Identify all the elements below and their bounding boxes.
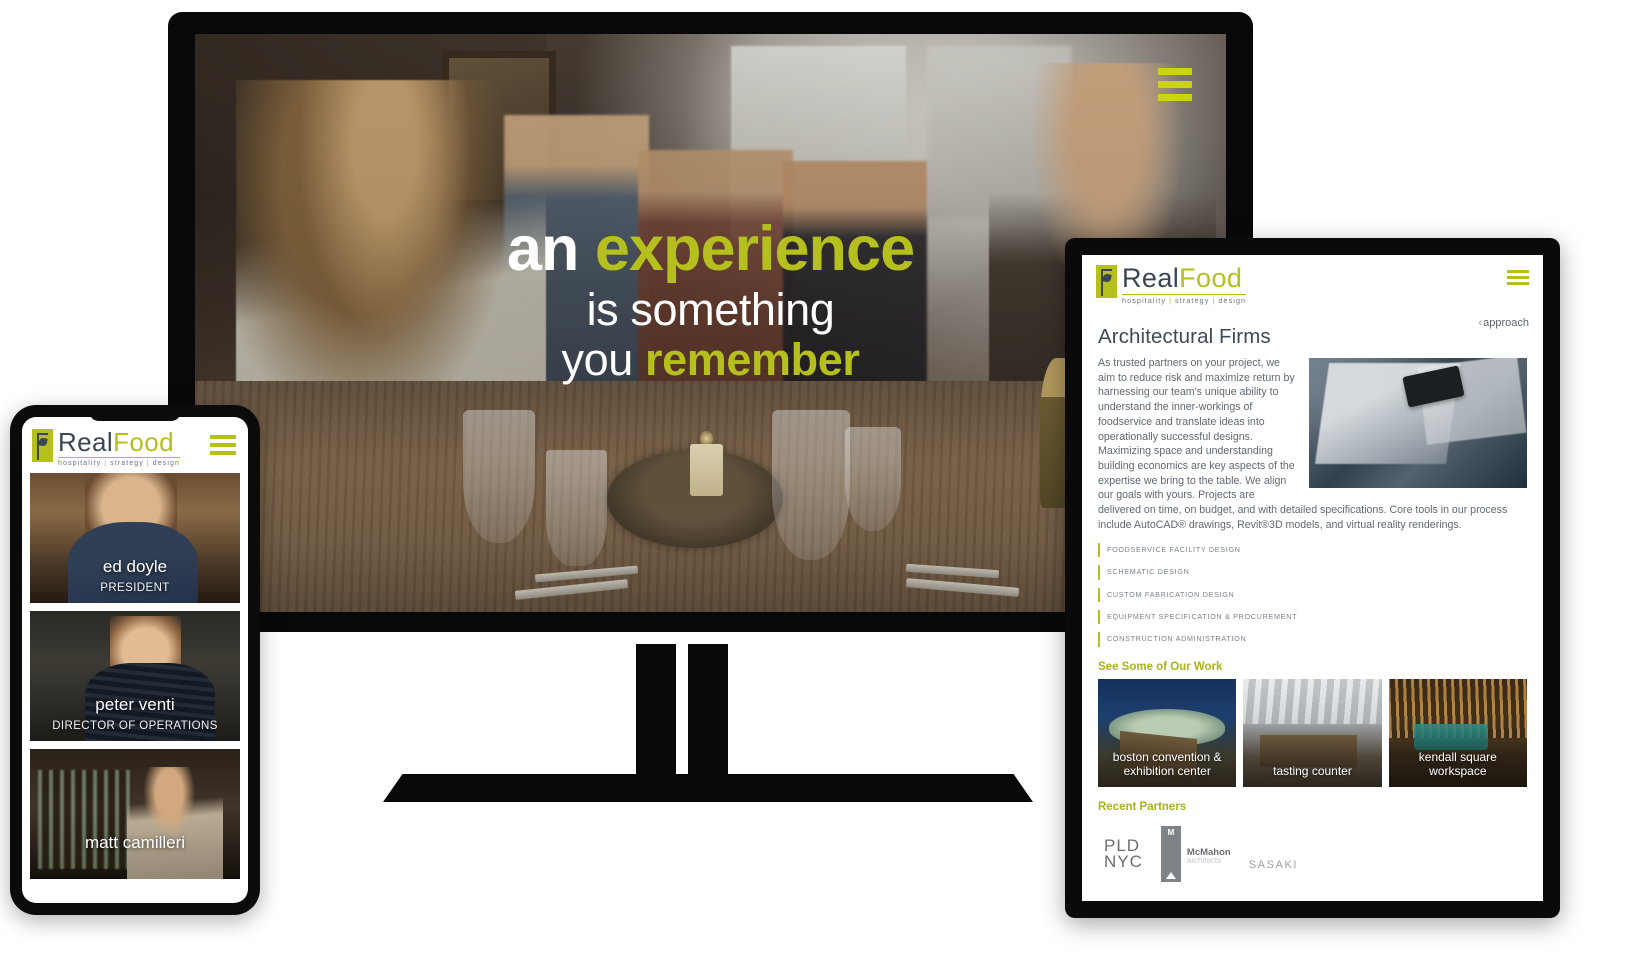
menu-bar bbox=[1158, 81, 1192, 88]
work-card-label: kendall square workspace bbox=[1418, 750, 1497, 779]
phone-mockup: RealFood hospitality | strategy | design ed … bbox=[10, 405, 260, 915]
mcmahon-text: McMahon architects bbox=[1187, 848, 1231, 866]
tagline-sep: | bbox=[104, 460, 108, 467]
back-to-approach-link[interactable]: ‹approach bbox=[1478, 317, 1529, 329]
logo-tagline: hospitality | strategy | design bbox=[58, 460, 180, 467]
mockup-stage: an experience is something you remember … bbox=[0, 0, 1650, 975]
logo-divider bbox=[58, 457, 181, 458]
team-member-role: DIRECTOR OF OPERATIONS bbox=[52, 720, 218, 732]
menu-bar bbox=[210, 443, 236, 447]
team-list: ed doyle PRESIDENT peter venti DIRECTOR … bbox=[22, 473, 248, 879]
menu-bar bbox=[1158, 94, 1192, 101]
tagline-hospitality: hospitality bbox=[58, 460, 102, 467]
tablet-header: RealFood hospitality | strategy | design ‹ap… bbox=[1082, 255, 1543, 329]
mcmahon-mark-letter: M bbox=[1167, 827, 1175, 837]
tablet-screen: RealFood hospitality | strategy | design ‹ap… bbox=[1082, 255, 1543, 901]
triangle-icon bbox=[1165, 871, 1176, 879]
service-item[interactable]: EQUIPMENT SPECIFICATION & PROCUREMENT bbox=[1098, 609, 1527, 625]
hamburger-menu-icon[interactable] bbox=[1507, 270, 1529, 288]
service-item[interactable]: CUSTOM FABRICATION DESIGN bbox=[1098, 587, 1527, 602]
team-member-name: matt camilleri bbox=[84, 833, 186, 852]
logo-word-real: Real bbox=[58, 427, 114, 457]
logo-wordmark: RealFood bbox=[58, 429, 180, 455]
work-card[interactable]: boston convention & exhibition center bbox=[1098, 678, 1237, 787]
logo-text: RealFood hospitality | strategy | design bbox=[58, 429, 181, 467]
hero-line-1: an experience bbox=[255, 217, 1166, 281]
team-member-card[interactable]: ed doyle PRESIDENT bbox=[30, 473, 240, 603]
tagline-sep: | bbox=[1212, 296, 1216, 305]
chevron-left-icon: ‹ bbox=[1478, 317, 1483, 329]
tagline-strategy: strategy bbox=[110, 460, 144, 467]
partners-section-title: Recent Partners bbox=[1098, 800, 1187, 813]
page-title: Architectural Firms bbox=[1098, 325, 1271, 348]
phone-header: RealFood hospitality | strategy | design bbox=[22, 417, 248, 473]
tagline-design: design bbox=[152, 460, 181, 467]
mcmahon-mark-icon: M bbox=[1160, 825, 1181, 882]
service-item[interactable]: SCHEMATIC DESIGN bbox=[1098, 565, 1527, 580]
logo-word-food: Food bbox=[1179, 263, 1243, 293]
menu-bar bbox=[1507, 276, 1529, 279]
partner-logo-mcmahon[interactable]: M McMahon architects bbox=[1160, 825, 1231, 882]
work-card-label: tasting counter bbox=[1273, 764, 1352, 779]
phone-notch bbox=[89, 405, 181, 421]
mcmahon-subtitle: architects bbox=[1186, 856, 1222, 866]
tablet-mockup: RealFood hospitality | strategy | design ‹ap… bbox=[1065, 238, 1560, 918]
brand-logo[interactable]: RealFood hospitality | strategy | design bbox=[32, 429, 238, 467]
architect-photo bbox=[1309, 358, 1527, 488]
brand-logo[interactable]: RealFood hospitality | strategy | design bbox=[1096, 265, 1529, 304]
monitor-stand-neck bbox=[688, 644, 728, 792]
tagline-hospitality: hospitality bbox=[1122, 296, 1167, 305]
hero-line-3: you remember bbox=[255, 337, 1166, 383]
phone-screen: RealFood hospitality | strategy | design ed … bbox=[22, 417, 248, 903]
partner-logo-sasaki[interactable]: SASAKI bbox=[1249, 859, 1298, 871]
service-item[interactable]: CONSTRUCTION ADMINISTRATION bbox=[1098, 632, 1527, 647]
work-gallery: boston convention & exhibition center ta… bbox=[1098, 678, 1527, 787]
hero-line-2: is something bbox=[586, 284, 835, 336]
monitor-stand-neck bbox=[636, 644, 676, 792]
hero-line-1-white: an bbox=[506, 213, 595, 284]
hero-line-3-white: you bbox=[561, 334, 646, 385]
services-list: FOODSERVICE FACILITY DESIGN SCHEMATIC DE… bbox=[1098, 542, 1527, 647]
tablet-content: Architectural Firms As trusted partners … bbox=[1082, 311, 1543, 883]
logo-divider bbox=[1122, 294, 1247, 295]
team-member-card[interactable]: peter venti DIRECTOR OF OPERATIONS bbox=[30, 611, 240, 741]
work-card[interactable]: tasting counter bbox=[1243, 678, 1382, 787]
team-member-name: peter venti bbox=[95, 695, 175, 714]
menu-bar bbox=[210, 451, 236, 455]
tagline-design: design bbox=[1218, 296, 1247, 305]
work-card[interactable]: kendall square workspace bbox=[1388, 678, 1527, 787]
hero-line-1-green: experience bbox=[594, 213, 915, 284]
tagline-sep: | bbox=[1169, 296, 1173, 305]
pld-line-2: NYC bbox=[1104, 851, 1143, 871]
hamburger-menu-icon[interactable] bbox=[210, 435, 236, 459]
team-member-role: PRESIDENT bbox=[100, 582, 170, 594]
back-link-label: approach bbox=[1483, 317, 1529, 329]
menu-bar bbox=[1507, 270, 1529, 273]
logo-text: RealFood hospitality | strategy | design bbox=[1122, 265, 1247, 304]
team-member-card[interactable]: matt camilleri bbox=[30, 749, 240, 879]
team-member-name: ed doyle bbox=[102, 557, 168, 576]
team-member-photo bbox=[30, 749, 240, 879]
tagline-sep: | bbox=[146, 460, 150, 467]
logo-tagline: hospitality | strategy | design bbox=[1122, 297, 1246, 304]
logo-mark-icon bbox=[1096, 265, 1117, 298]
menu-bar bbox=[210, 435, 236, 439]
hero-line-3-green: remember bbox=[645, 334, 860, 385]
logo-mark-icon bbox=[32, 429, 53, 462]
tagline-strategy: strategy bbox=[1175, 296, 1210, 305]
hamburger-menu-icon[interactable] bbox=[1158, 68, 1192, 107]
menu-bar bbox=[1158, 68, 1192, 75]
logo-word-real: Real bbox=[1122, 263, 1180, 293]
partner-logo-pld-nyc[interactable]: PLD NYC bbox=[1104, 837, 1143, 871]
logo-word-food: Food bbox=[113, 427, 174, 457]
service-item[interactable]: FOODSERVICE FACILITY DESIGN bbox=[1098, 542, 1527, 558]
logo-wordmark: RealFood bbox=[1122, 265, 1246, 292]
work-card-label: boston convention & exhibition center bbox=[1112, 750, 1222, 779]
work-section-title: See Some of Our Work bbox=[1098, 660, 1223, 673]
partners-logos: PLD NYC M McMahon architects SASAKI bbox=[1098, 819, 1527, 883]
monitor-stand-base bbox=[383, 774, 1033, 802]
menu-bar bbox=[1507, 282, 1529, 285]
